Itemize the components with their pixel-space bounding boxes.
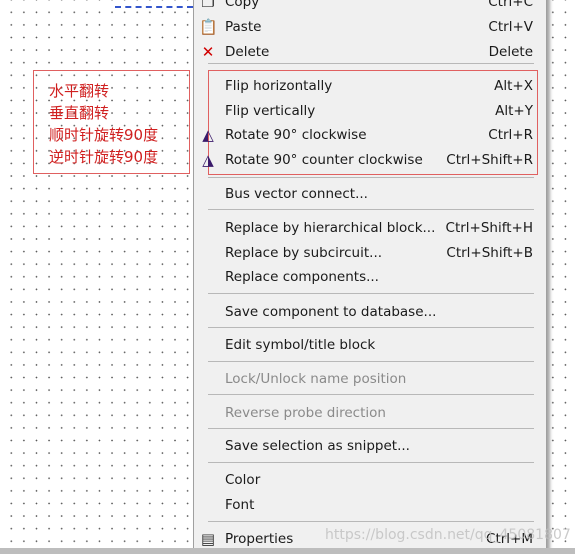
annotation-line: 水平翻转 [49,82,110,100]
menu-item-label: Color [225,472,261,488]
menu-item-rotate-90-counter-clockwise[interactable]: ◮ Rotate 90° counter clockwise Ctrl+Shift+… [194,149,546,173]
menu-item-save-component-to-database[interactable]: Save component to database... [194,301,546,325]
copy-icon: ❐ [201,0,215,11]
annotation-line: 垂直翻转 [49,104,110,122]
rotate-ccw-icon: ◮ [202,151,214,169]
menu-item-label: Paste [225,19,262,35]
menu-item-label: Font [225,497,255,513]
menu-item-shortcut: Ctrl+V [488,19,533,35]
menu-item-label: Delete [225,44,270,60]
menu-item-shortcut: Ctrl+R [488,127,533,143]
menu-item-label: Replace components... [225,269,379,285]
menu-item-label: Rotate 90° counter clockwise [225,152,423,168]
watermark: https://blog.csdn.net/qq_45081807 [325,527,571,543]
menu-item-shortcut: Ctrl+Shift+B [446,245,533,261]
properties-icon: ▤ [200,530,216,548]
context-menu: ❐ Copy Ctrl+C 📋 Paste Ctrl+V ✕ Delete Delete Flip… [193,0,547,550]
menu-item-label: Flip vertically [225,103,316,119]
dashed-wire [115,6,193,8]
menu-item-label: Bus vector connect... [225,186,368,202]
status-bar [0,548,575,554]
rotate-cw-icon: ◭ [202,126,214,144]
menu-separator [208,177,534,178]
menu-separator [208,209,534,210]
menu-item-label: Lock/Unlock name position [225,371,407,387]
menu-item-shortcut: Delete [488,44,533,60]
menu-separator [208,394,534,395]
menu-item-edit-symbol-title-block[interactable]: Edit symbol/title block [194,334,546,358]
menu-separator [208,63,534,64]
menu-separator [208,521,534,522]
menu-item-label: Reverse probe direction [225,405,386,421]
menu-item-label: Save selection as snippet... [225,438,410,454]
menu-item-shortcut: Alt+Y [495,103,533,119]
menu-separator [208,428,534,429]
menu-item-paste[interactable]: 📋 Paste Ctrl+V [194,16,546,40]
menu-item-label: Replace by subcircuit... [225,245,383,261]
menu-item-rotate-90-clockwise[interactable]: ◭ Rotate 90° clockwise Ctrl+R [194,124,546,148]
paste-icon: 📋 [199,18,218,36]
menu-item-shortcut: Alt+X [494,78,533,94]
annotation-line: 逆时针旋转90度 [49,148,159,166]
menu-item-label: Copy [225,0,260,10]
menu-separator [208,293,534,294]
menu-item-flip-horizontally[interactable]: Flip horizontally Alt+X [194,75,546,99]
menu-item-delete[interactable]: ✕ Delete Delete [194,41,546,65]
menu-item-label: Rotate 90° clockwise [225,127,367,143]
menu-item-color[interactable]: Color [194,469,546,493]
menu-item-shortcut: Ctrl+C [488,0,533,10]
menu-separator [208,361,534,362]
menu-item-save-selection-as-snippet[interactable]: Save selection as snippet... [194,435,546,459]
menu-item-lock-unlock-name-position: Lock/Unlock name position [194,368,546,392]
delete-x-icon: ✕ [201,43,215,61]
annotation-box: 水平翻转 垂直翻转 顺时针旋转90度 逆时针旋转90度 [33,70,190,174]
menu-item-replace-components[interactable]: Replace components... [194,266,546,290]
menu-item-copy[interactable]: ❐ Copy Ctrl+C [194,0,546,15]
menu-item-shortcut: Ctrl+Shift+H [445,220,533,236]
menu-item-bus-vector-connect[interactable]: Bus vector connect... [194,183,546,207]
menu-item-shortcut: Ctrl+Shift+R [446,152,533,168]
menu-item-font[interactable]: Font [194,494,546,518]
menu-separator [208,327,534,328]
menu-item-replace-by-hierarchical-block[interactable]: Replace by hierarchical block... Ctrl+Shi… [194,217,546,241]
menu-item-label: Properties [225,531,294,547]
menu-item-replace-by-subcircuit[interactable]: Replace by subcircuit... Ctrl+Shift+B [194,242,546,266]
menu-item-label: Replace by hierarchical block... [225,220,436,236]
menu-item-reverse-probe-direction: Reverse probe direction [194,402,546,426]
menu-item-label: Flip horizontally [225,78,333,94]
menu-item-flip-vertically[interactable]: Flip vertically Alt+Y [194,100,546,124]
menu-item-label: Edit symbol/title block [225,337,376,353]
menu-item-label: Save component to database... [225,304,437,320]
menu-separator [208,462,534,463]
annotation-line: 顺时针旋转90度 [49,126,159,144]
